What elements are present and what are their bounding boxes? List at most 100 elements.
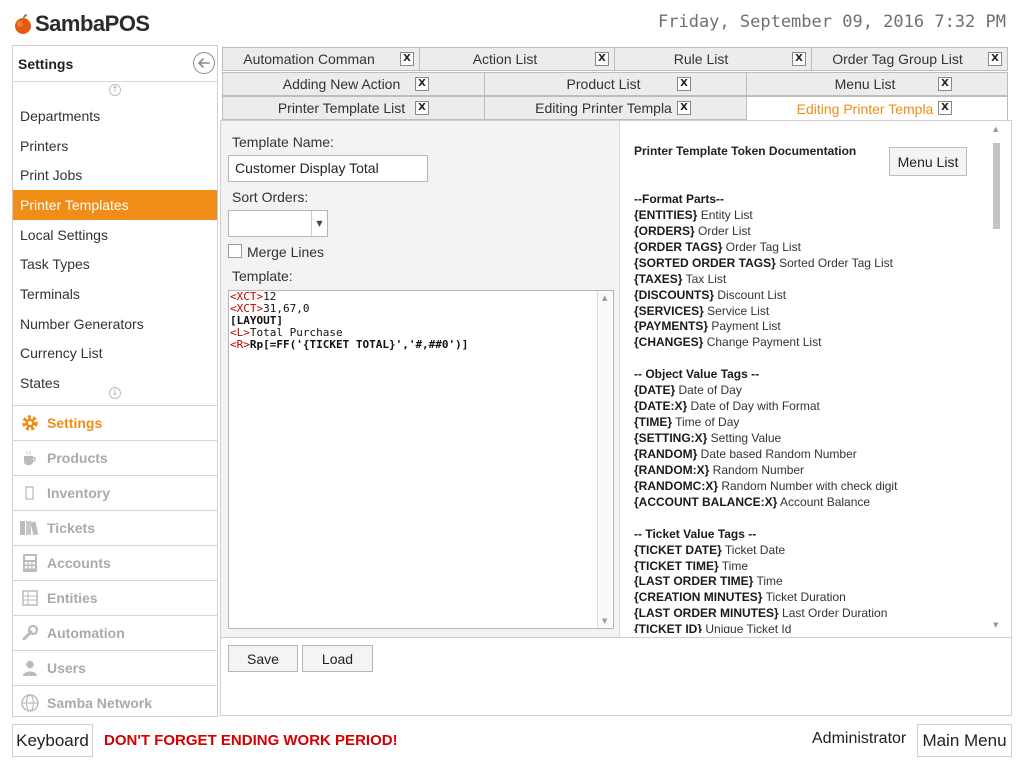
template-label: Template: — [232, 268, 293, 284]
template-scrollbar[interactable]: ▲ ▼ — [597, 291, 613, 628]
doc-token: {SETTING:X} — [634, 431, 708, 445]
entities-icon — [19, 587, 41, 609]
chevron-down-icon: ▼ — [311, 211, 327, 236]
template-textarea[interactable]: <XCT>12 <XCT>31,67,0 [LAYOUT] <L>Total Purc… — [228, 290, 614, 629]
scroll-up-arrow-icon[interactable]: ▲ — [993, 125, 998, 133]
settings-item-number-generators[interactable]: Number Generators — [13, 309, 217, 339]
save-button[interactable]: Save — [228, 645, 298, 672]
tab-label: Printer Template List — [277, 100, 406, 116]
keyboard-button[interactable]: Keyboard — [12, 724, 93, 757]
sidebar-title-label: Settings — [18, 55, 74, 72]
close-tab-button[interactable]: X — [988, 52, 1002, 66]
nav-section-products[interactable]: Products — [13, 440, 217, 475]
settings-item-departments[interactable]: Departments — [13, 101, 217, 131]
doc-token: {TICKET ID} — [634, 622, 703, 633]
settings-item-printers[interactable]: Printers — [13, 131, 217, 161]
sort-orders-select[interactable]: ▼ — [228, 210, 328, 237]
settings-item-print-jobs[interactable]: Print Jobs — [13, 160, 217, 190]
tab-automation-commands[interactable]: Automation Comman X — [222, 47, 420, 71]
back-button[interactable] — [193, 52, 215, 74]
doc-scroll-thumb[interactable] — [993, 143, 1000, 229]
tab-rule-list[interactable]: Rule List X — [614, 47, 812, 71]
doc-description: Ticket Date — [721, 542, 786, 557]
doc-line: {SETTING:X} Setting Value — [634, 431, 984, 447]
settings-item-printer-templates[interactable]: Printer Templates — [13, 190, 217, 220]
tab-adding-new-action[interactable]: Adding New Action X — [222, 72, 485, 96]
nav-section-accounts[interactable]: Accounts — [13, 545, 217, 580]
close-tab-button[interactable]: X — [938, 77, 952, 91]
close-tab-button[interactable]: X — [415, 101, 429, 115]
doc-description: Time of Day — [672, 415, 740, 430]
scroll-down-icon[interactable]: ↓ — [109, 387, 121, 399]
doc-scrollbar[interactable]: ▲ ▼ — [989, 125, 1005, 629]
close-tab-button[interactable]: X — [792, 52, 806, 66]
doc-token: {DISCOUNTS} — [634, 287, 715, 302]
doc-lines: --Format Parts-- {ENTITIES} Entity List {O… — [634, 176, 984, 633]
close-tab-button[interactable]: X — [415, 77, 429, 91]
doc-description: Order List — [694, 223, 751, 238]
work-period-warning: DON'T FORGET ENDING WORK PERIOD! — [104, 732, 398, 749]
tab-label: Automation Comman — [243, 51, 375, 67]
doc-token: {CHANGES} — [634, 335, 704, 350]
template-name-input[interactable]: Customer Display Total — [228, 155, 428, 182]
tab-editing-printer-template-1[interactable]: Editing Printer Templa X — [484, 96, 747, 120]
tab-label: Product List — [566, 76, 641, 92]
close-tab-button[interactable]: X — [400, 52, 414, 66]
nav-section-settings[interactable]: Settings — [13, 405, 217, 440]
scroll-up-icon[interactable]: ↑ — [109, 84, 121, 96]
calculator-icon — [19, 552, 41, 574]
nav-section-users[interactable]: Users — [13, 650, 217, 685]
wrench-icon — [19, 622, 41, 644]
scroll-down-arrow-icon[interactable]: ▼ — [993, 621, 998, 629]
doc-token: {ORDER TAGS} — [634, 239, 723, 254]
close-tab-button[interactable]: X — [595, 52, 609, 66]
template-line-text: Rp[=FF('{TICKET TOTAL}','#,##0')] — [249, 338, 469, 351]
merge-lines-checkbox[interactable] — [228, 244, 242, 258]
nav-section-tickets[interactable]: Tickets — [13, 510, 217, 545]
doc-line: --Format Parts-- — [634, 192, 984, 208]
template-editor-panel: Template Name: Customer Display Total So… — [220, 120, 1012, 716]
nav-section-label: Automation — [47, 625, 125, 641]
menu-list-button[interactable]: Menu List — [889, 147, 967, 176]
scroll-down-arrow-icon[interactable]: ▼ — [602, 617, 607, 625]
close-tab-button[interactable]: X — [677, 77, 691, 91]
doc-line: {PAYMENTS} Payment List — [634, 319, 984, 335]
settings-item-terminals[interactable]: Terminals — [13, 279, 217, 309]
tab-product-list[interactable]: Product List X — [484, 72, 747, 96]
doc-description: Unique Ticket Id — [702, 622, 792, 633]
doc-description: Random Number — [709, 462, 805, 477]
nav-section-label: Samba Network — [47, 695, 153, 711]
load-button[interactable]: Load — [302, 645, 373, 672]
doc-description: Date based Random Number — [697, 446, 857, 461]
close-tab-button[interactable]: X — [677, 101, 691, 115]
doc-description: Date of Day with Format — [687, 399, 820, 414]
brand-name: SambaPOS — [35, 11, 150, 36]
main-menu-button[interactable]: Main Menu — [917, 724, 1012, 757]
tab-editing-printer-template-2[interactable]: Editing Printer Templa X — [746, 96, 1008, 121]
settings-item-local-settings[interactable]: Local Settings — [13, 220, 217, 250]
header-datetime: Friday, September 09, 2016 7:32 PM — [658, 12, 1006, 32]
nav-section-entities[interactable]: Entities — [13, 580, 217, 615]
doc-description: Discount List — [714, 287, 787, 302]
close-tab-button[interactable]: X — [938, 101, 952, 115]
tab-menu-list[interactable]: Menu List X — [746, 72, 1008, 96]
pane-divider[interactable] — [619, 121, 620, 637]
doc-description: Time — [753, 574, 783, 589]
scroll-up-arrow-icon[interactable]: ▲ — [602, 294, 607, 302]
doc-token: {LAST ORDER TIME} — [634, 574, 754, 589]
nav-section-label: Settings — [47, 415, 103, 431]
doc-token: {SORTED ORDER TAGS} — [634, 255, 776, 270]
settings-item-task-types[interactable]: Task Types — [13, 249, 217, 279]
nav-section-samba-network[interactable]: Samba Network — [13, 685, 217, 720]
nav-section-inventory[interactable]: Inventory — [13, 475, 217, 510]
tab-order-tag-group-list[interactable]: Order Tag Group List X — [811, 47, 1008, 71]
doc-line: {LAST ORDER TIME} Time — [634, 574, 984, 590]
tab-label: Adding New Action — [282, 76, 401, 92]
tab-printer-template-list[interactable]: Printer Template List X — [222, 96, 485, 120]
nav-section-automation[interactable]: Automation — [13, 615, 217, 650]
tab-action-list[interactable]: Action List X — [419, 47, 615, 71]
settings-item-currency-list[interactable]: Currency List — [13, 339, 217, 369]
doc-line: {TICKET DATE} Ticket Date — [634, 543, 984, 559]
doc-token: -- Ticket Value Tags -- — [634, 526, 757, 541]
template-code: <XCT>12 <XCT>31,67,0 [LAYOUT] <L>Total Purc… — [230, 291, 468, 351]
